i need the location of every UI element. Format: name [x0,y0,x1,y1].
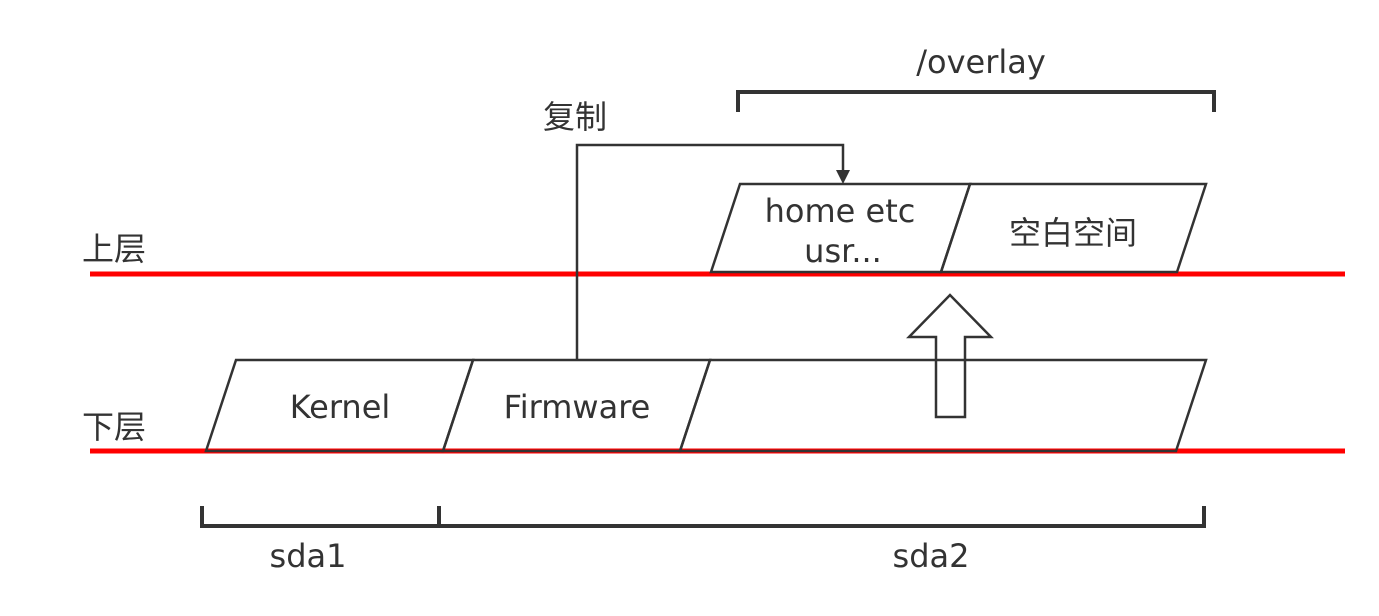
copy-arrowhead-icon [836,170,850,184]
overlay-bracket [736,90,1216,112]
lower-layer-label: 下层 [82,408,146,446]
upper-data-label-line2: usr... [804,232,882,270]
sda1-label: sda1 [270,537,347,575]
copy-connector-line [575,143,845,360]
overlay-label: /overlay [916,43,1046,81]
sda2-bracket [437,506,1206,528]
upper-data-label-line1: home etc [765,192,916,230]
copy-label: 复制 [543,98,607,136]
sda2-label: sda2 [893,537,970,575]
up-arrow-icon [906,293,994,419]
blank-space-label: 空白空间 [1009,214,1137,252]
remaining-space-segment [678,358,1208,453]
firmware-label: Firmware [504,388,651,426]
kernel-label: Kernel [290,388,391,426]
upper-layer-label: 上层 [82,230,146,268]
overlay-filesystem-diagram: 上层 下层 Kernel Firmware home etc usr... 空白… [82,43,1345,575]
sda1-bracket [200,506,439,528]
